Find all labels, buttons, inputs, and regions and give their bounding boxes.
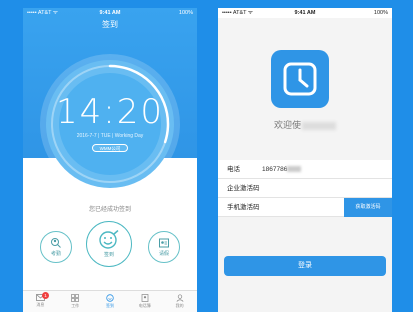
attendance-label: 考勤	[50, 251, 61, 257]
company-code-label: 企业激活码	[227, 185, 260, 192]
checkin-label: 签到	[103, 252, 114, 258]
clock-time: 14:20	[56, 92, 164, 132]
attendance-button[interactable]: 考勤	[40, 231, 72, 263]
page-title: 签到	[102, 20, 118, 29]
battery-label: 100%	[178, 10, 193, 16]
clock-logo-icon	[283, 62, 317, 96]
tab-label: 我的	[175, 303, 184, 308]
status-bar: ••••• AT&T ᯤ 9:41 AM 100%	[218, 8, 392, 18]
phone-row[interactable]: 电话 1867786	[218, 160, 392, 179]
leave-label: 请假	[158, 251, 169, 257]
status-bar: ••••• AT&T ᯤ 9:41 AM 100%	[23, 8, 197, 18]
app-logo	[271, 50, 329, 108]
tab-me[interactable]: 我的	[162, 291, 197, 312]
smiley-pen-icon	[99, 230, 119, 249]
tab-work[interactable]: 工作	[58, 291, 93, 312]
phone-input[interactable]: 1867786	[262, 160, 302, 179]
unread-badge: 1	[42, 292, 49, 299]
battery-label: 100%	[373, 10, 388, 16]
login-form: 电话 1867786 企业激活码 手机激活码 获取激活码	[218, 160, 392, 217]
tab-bar: 1 消息 工作 签到 电话簿 我的	[23, 290, 197, 312]
tab-label: 电话簿	[138, 303, 151, 308]
tab-checkin[interactable]: 签到	[93, 291, 128, 312]
status-time: 9:41 AM	[294, 10, 316, 16]
user-icon	[176, 294, 184, 302]
get-code-button[interactable]: 获取激活码	[344, 198, 392, 217]
company-code-row[interactable]: 企业激活码	[218, 179, 392, 198]
welcome-label: 欢迎使	[273, 120, 301, 130]
tab-label: 签到	[105, 303, 114, 308]
redacted-digits	[287, 166, 302, 173]
login-button[interactable]: 登录	[224, 256, 386, 276]
checkin-tab-icon	[106, 294, 114, 302]
sms-code-row[interactable]: 手机激活码 获取激活码	[218, 198, 392, 217]
company-badge: WMM公司	[92, 144, 128, 152]
checkin-screen: ••••• AT&T ᯤ 9:41 AM 100% 签到 14:20 2016-…	[23, 8, 197, 312]
leave-request-button[interactable]: 请假	[148, 231, 180, 263]
tab-label: 消息	[36, 302, 45, 307]
checkin-button[interactable]: 签到	[86, 221, 132, 267]
grid-icon	[71, 294, 80, 302]
sms-code-label: 手机激活码	[227, 204, 260, 211]
clock-date: 2016-7-7 | TUE | Working Day	[76, 133, 144, 139]
welcome-text: 欢迎使	[218, 118, 392, 131]
tab-phonebook[interactable]: 电话簿	[127, 291, 162, 312]
tab-messages[interactable]: 1 消息	[23, 291, 58, 312]
login-screen: ••••• AT&T ᯤ 9:41 AM 100% 欢迎使 电话 1867786…	[218, 8, 392, 312]
leave-icon	[159, 238, 169, 248]
attendance-icon	[51, 238, 61, 248]
phone-label: 电话	[227, 166, 240, 173]
tab-label: 工作	[71, 303, 80, 308]
phonebook-icon	[141, 294, 149, 302]
status-time: 9:41 AM	[99, 10, 121, 16]
checkin-success-message: 您已经成功签到	[88, 207, 131, 213]
phone-value: 1867786	[262, 166, 288, 173]
redacted-name	[302, 121, 336, 130]
